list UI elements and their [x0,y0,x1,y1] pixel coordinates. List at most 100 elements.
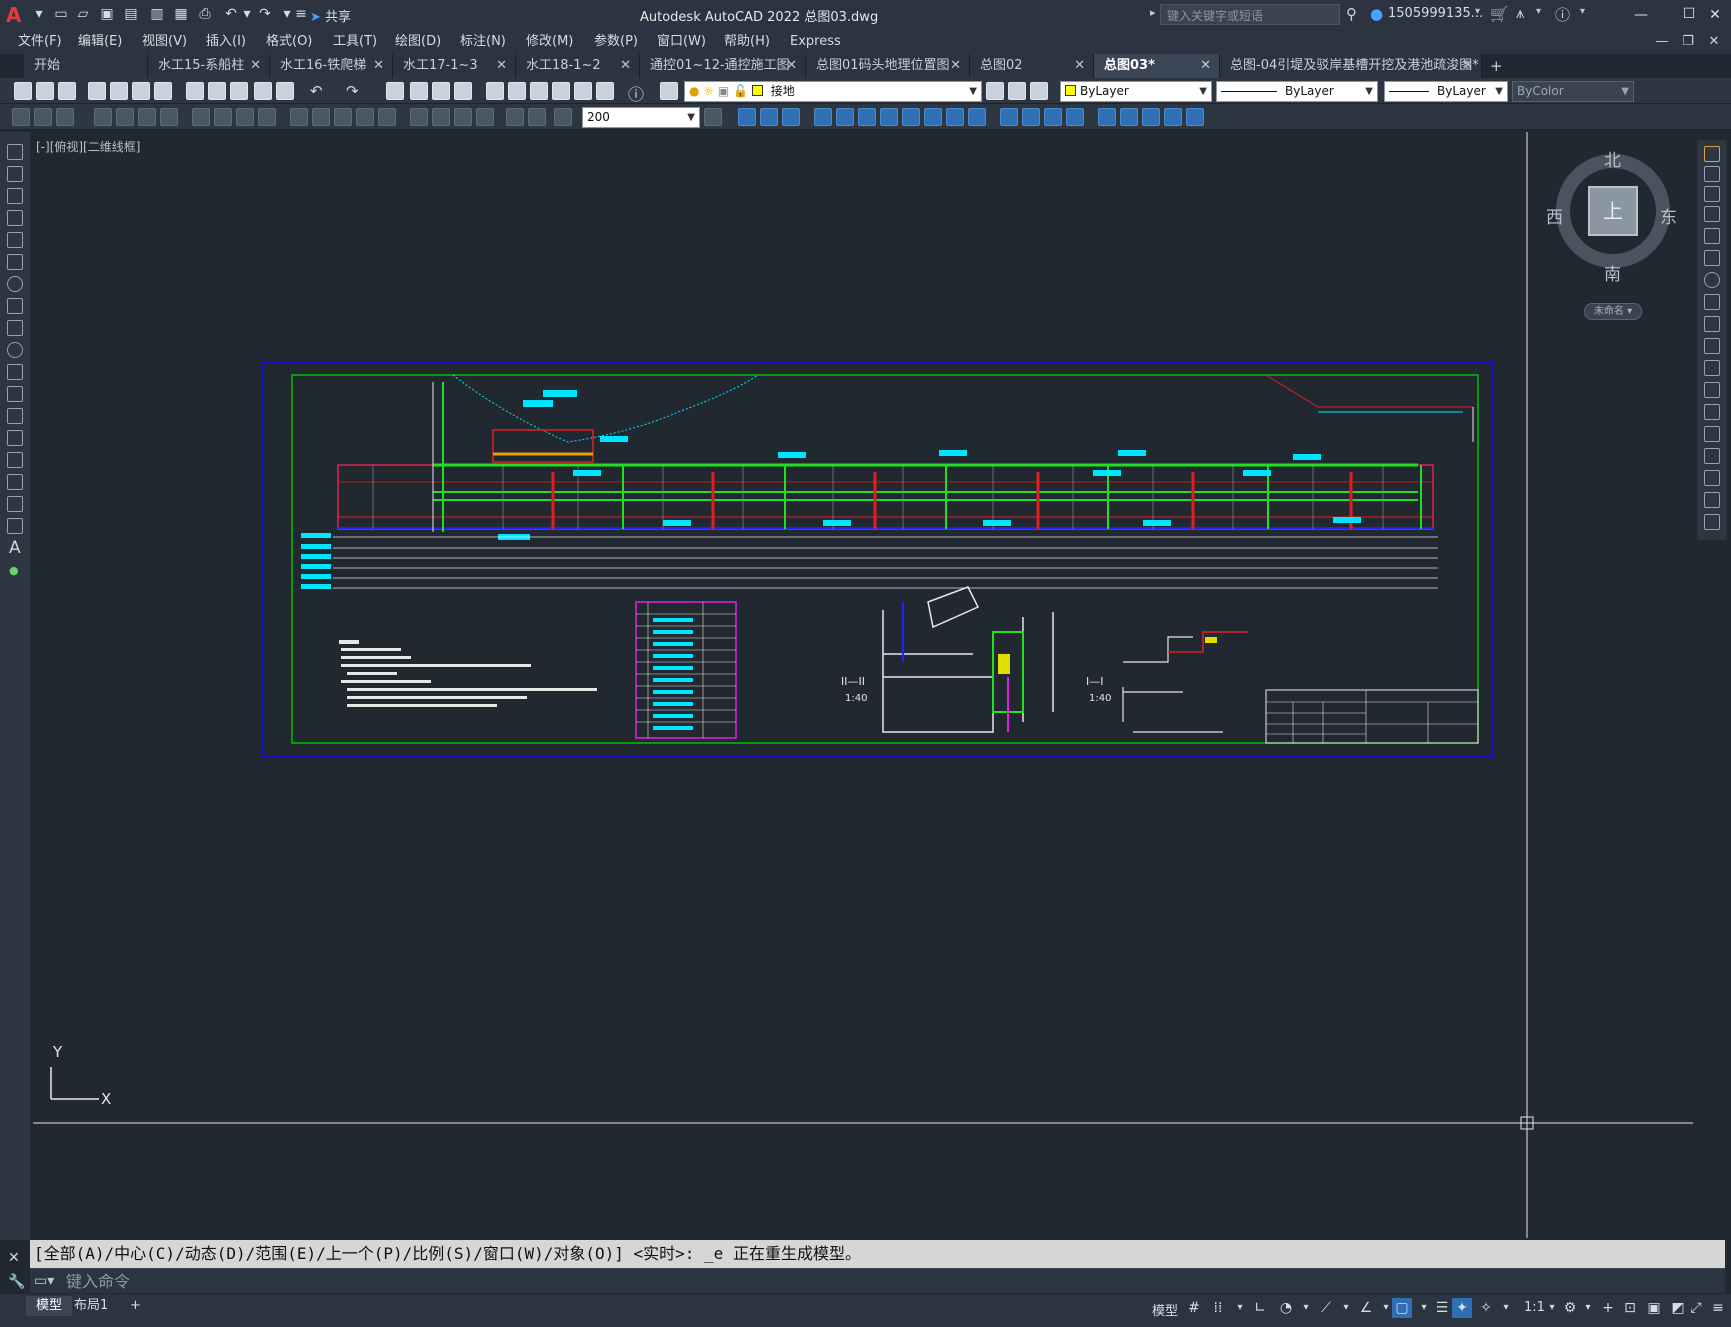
new-icon[interactable] [14,82,32,100]
baseline-dim-icon[interactable] [312,108,330,126]
linear-dim-icon[interactable] [94,108,112,126]
snap-dropdown-icon[interactable]: ▾ [1230,1298,1250,1318]
tab-shuigong18[interactable]: 水工18-1~2 ✕ [516,54,640,78]
array-3d-icon[interactable] [902,108,920,126]
mirror-3d-icon[interactable] [880,108,898,126]
table-icon[interactable] [7,518,23,534]
copy-icon[interactable] [208,82,226,100]
save-as-icon[interactable]: ▤ [122,5,140,23]
blend-curves-icon[interactable] [1704,492,1720,508]
viewcube-top-face[interactable]: 上 [1588,186,1638,236]
compass-west[interactable]: 西 [1546,203,1563,228]
search-expand-icon[interactable]: ▸ [1150,6,1156,19]
object-snap-icon[interactable]: ▢ [1392,1298,1412,1318]
doc-restore-button[interactable]: ❐ [1676,30,1700,54]
break-icon[interactable] [1704,404,1720,420]
user-name[interactable]: 1505999135... [1388,6,1483,21]
open-icon[interactable] [36,82,54,100]
customization-icon[interactable]: ≡ [1708,1298,1728,1318]
layer-previous-icon[interactable] [1008,82,1026,100]
close-icon[interactable]: ✕ [8,1250,20,1266]
mirror-icon[interactable] [1704,186,1720,202]
menu-file[interactable]: 文件(F) [18,30,62,54]
array-icon[interactable] [1704,228,1720,244]
undo-icon[interactable]: ↶ [310,82,323,100]
polyline-icon[interactable] [7,188,23,204]
annotation-visibility-icon[interactable]: ✦ [1452,1298,1472,1318]
user-icon[interactable]: ● [1370,5,1383,23]
menu-express[interactable]: Express [790,30,841,54]
move-icon[interactable] [1704,250,1720,266]
menu-format[interactable]: 格式(O) [266,30,312,54]
osnap-dropdown-icon[interactable]: ▾ [1414,1298,1434,1318]
layer-state-icon[interactable] [1030,82,1048,100]
app-menu-chevron-icon[interactable]: ▾ [30,5,48,23]
close-icon[interactable]: ✕ [620,54,631,78]
dim-space-icon[interactable] [356,108,374,126]
compass-east[interactable]: 东 [1660,203,1677,228]
orbit-icon[interactable] [1164,108,1182,126]
snap-icon[interactable]: ⁞⁞ [1208,1298,1228,1318]
close-icon[interactable]: ✕ [1074,54,1085,78]
menu-dimension[interactable]: 标注(N) [460,30,506,54]
close-icon[interactable]: ✕ [950,54,961,78]
multiline-text-icon[interactable]: A [9,538,21,558]
arc-icon[interactable] [7,254,23,270]
lights-icon[interactable] [1066,108,1084,126]
hatch-icon[interactable] [12,108,30,126]
cut-icon[interactable] [186,82,204,100]
inspection-icon[interactable] [454,108,472,126]
visual-style-icon[interactable] [1000,108,1018,126]
redo-icon[interactable]: ↷ [346,82,359,100]
open-from-web-icon[interactable]: ▥ [148,5,166,23]
ellipse-arc-icon[interactable] [7,364,23,380]
publish-icon[interactable] [132,82,150,100]
gradient-icon[interactable] [34,108,52,126]
tab-zongtu02[interactable]: 总图02 ✕ [970,54,1094,78]
fillet-icon[interactable] [1704,470,1720,486]
tab-zongtu01[interactable]: 总图01码头地理位置图 ✕ [806,54,970,78]
new-file-icon[interactable]: ▭ [52,5,70,23]
zoom-previous-icon[interactable] [454,82,472,100]
tab-shuigong15[interactable]: 水工15-系船柱 ✕ [148,54,270,78]
explode-icon[interactable] [1704,514,1720,530]
menu-window[interactable]: 窗口(W) [657,30,706,54]
erase-icon[interactable] [1704,146,1720,162]
trim-icon[interactable] [1704,338,1720,354]
properties-icon[interactable] [486,82,504,100]
block-editor-icon[interactable] [276,82,294,100]
polygon-icon[interactable] [7,210,23,226]
drawing-canvas[interactable]: II—II 1:40 I—I 1:40 Y X [33,132,1693,1238]
isolate-objects-icon[interactable]: ◩ [1668,1298,1688,1318]
close-window-button[interactable]: ✕ [1700,3,1730,27]
tab-shuigong17[interactable]: 水工17-1~3 ✕ [393,54,516,78]
camera-icon[interactable] [1098,108,1116,126]
add-tab-button[interactable]: + [1490,54,1503,78]
construction-line-icon[interactable] [7,166,23,182]
tab-tongkong[interactable]: 通控01~12-通控施工图 ✕ [640,54,806,78]
viewcube[interactable]: 上 北 南 东 西 [1546,148,1677,285]
ordinate-dim-icon[interactable] [160,108,178,126]
isodraft-dropdown-icon[interactable]: ▾ [1336,1298,1356,1318]
dim-text-edit-icon[interactable] [528,108,546,126]
offset-icon[interactable] [1704,206,1720,222]
paste-icon[interactable] [230,82,248,100]
point-icon[interactable] [7,430,23,446]
rectangle-icon[interactable] [7,232,23,248]
clean-screen-icon[interactable]: ⤢ [1686,1298,1706,1318]
dim-edit-icon[interactable] [506,108,524,126]
match-properties-icon[interactable] [254,82,272,100]
auto-scale-icon[interactable]: ✧ [1476,1298,1496,1318]
tool-palettes-icon[interactable] [530,82,548,100]
materials-icon[interactable] [1044,108,1062,126]
revolve-icon[interactable] [946,108,964,126]
rotate-icon[interactable] [1704,272,1720,288]
lineweight-toggle-icon[interactable]: ☰ [1432,1298,1452,1318]
make-block-icon[interactable] [7,408,23,424]
color-dropdown[interactable]: ByLayer ▼ [1060,81,1212,102]
layer-properties-icon[interactable] [660,82,678,100]
jogged-linear-icon[interactable] [476,108,494,126]
customize-qat-icon[interactable]: ≡ [292,5,310,23]
rotate-3d-icon[interactable] [836,108,854,126]
sheet-set-icon[interactable] [552,82,570,100]
